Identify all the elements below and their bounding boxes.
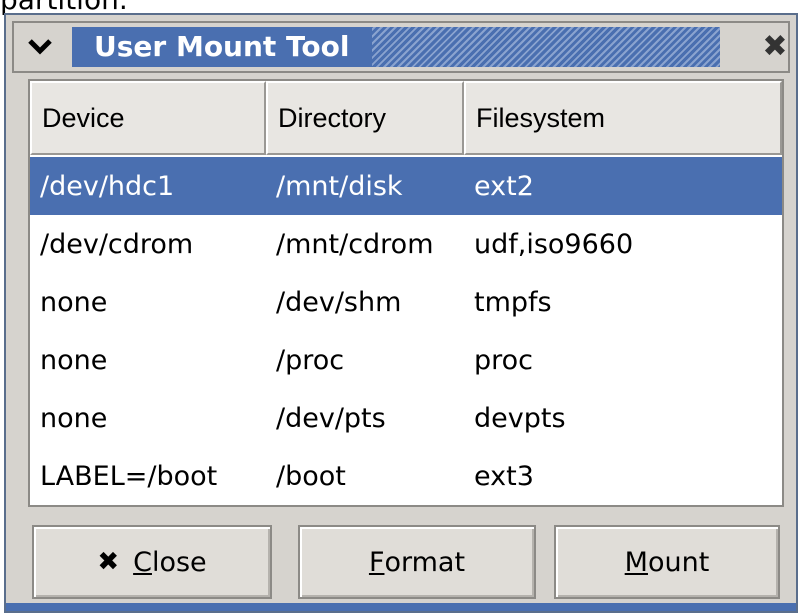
column-header-directory[interactable]: Directory	[266, 81, 464, 155]
close-x-icon: ✖	[97, 547, 120, 577]
mount-button[interactable]: Mount	[554, 525, 780, 599]
table-row[interactable]: none /dev/pts devpts	[30, 389, 782, 447]
cell-device: LABEL=/boot	[40, 460, 218, 492]
cell-filesystem: ext2	[474, 170, 534, 202]
mount-button-mnemonic: M	[624, 546, 648, 578]
close-icon[interactable]: ✖	[760, 31, 790, 63]
cell-device: /dev/hdc1	[40, 170, 175, 202]
cell-directory: /mnt/cdrom	[276, 228, 434, 260]
mount-button-label: ount	[647, 546, 710, 578]
cell-filesystem: tmpfs	[474, 286, 552, 318]
cell-directory: /mnt/disk	[276, 170, 403, 202]
cell-device: none	[40, 286, 108, 318]
format-button-label: ormat	[384, 546, 466, 578]
cell-device: none	[40, 402, 108, 434]
window-title: User Mount Tool	[94, 30, 350, 63]
cell-device: none	[40, 344, 108, 376]
table-row[interactable]: /dev/hdc1 /mnt/disk ext2	[30, 157, 782, 215]
cell-filesystem: devpts	[474, 402, 566, 434]
titlebar: User Mount Tool ✖	[12, 21, 790, 73]
cell-filesystem: proc	[474, 344, 534, 376]
table-row[interactable]: LABEL=/boot /boot ext3	[30, 447, 782, 505]
chevron-down-icon	[28, 39, 52, 55]
table-row[interactable]: none /proc proc	[30, 331, 782, 389]
close-button-mnemonic: C	[133, 546, 152, 578]
table-header: Device Directory Filesystem	[30, 81, 782, 155]
cell-directory: /proc	[276, 344, 345, 376]
user-mount-tool-window: User Mount Tool ✖ Device Directory Files…	[4, 13, 798, 613]
window-bottom-edge	[6, 603, 796, 611]
cell-directory: /dev/pts	[276, 402, 386, 434]
background-text: partition.	[0, 0, 128, 14]
cell-directory: /dev/shm	[276, 286, 402, 318]
cell-filesystem: udf,iso9660	[474, 228, 634, 260]
column-header-device[interactable]: Device	[30, 81, 266, 155]
table-row[interactable]: none /dev/shm tmpfs	[30, 273, 782, 331]
table-body: /dev/hdc1 /mnt/disk ext2 /dev/cdrom /mnt…	[30, 157, 782, 505]
format-button[interactable]: Format	[298, 525, 536, 599]
column-header-filesystem[interactable]: Filesystem	[464, 81, 782, 155]
cell-directory: /boot	[276, 460, 346, 492]
close-button[interactable]: ✖ Close	[32, 525, 272, 599]
window-menu-button[interactable]	[22, 29, 58, 65]
table-row[interactable]: /dev/cdrom /mnt/cdrom udf,iso9660	[30, 215, 782, 273]
title-area[interactable]: User Mount Tool	[72, 27, 720, 67]
mount-table: Device Directory Filesystem /dev/hdc1 /m…	[28, 79, 784, 507]
format-button-mnemonic: F	[368, 546, 385, 578]
cell-filesystem: ext3	[474, 460, 534, 492]
cell-device: /dev/cdrom	[40, 228, 194, 260]
close-button-label: lose	[151, 546, 207, 578]
